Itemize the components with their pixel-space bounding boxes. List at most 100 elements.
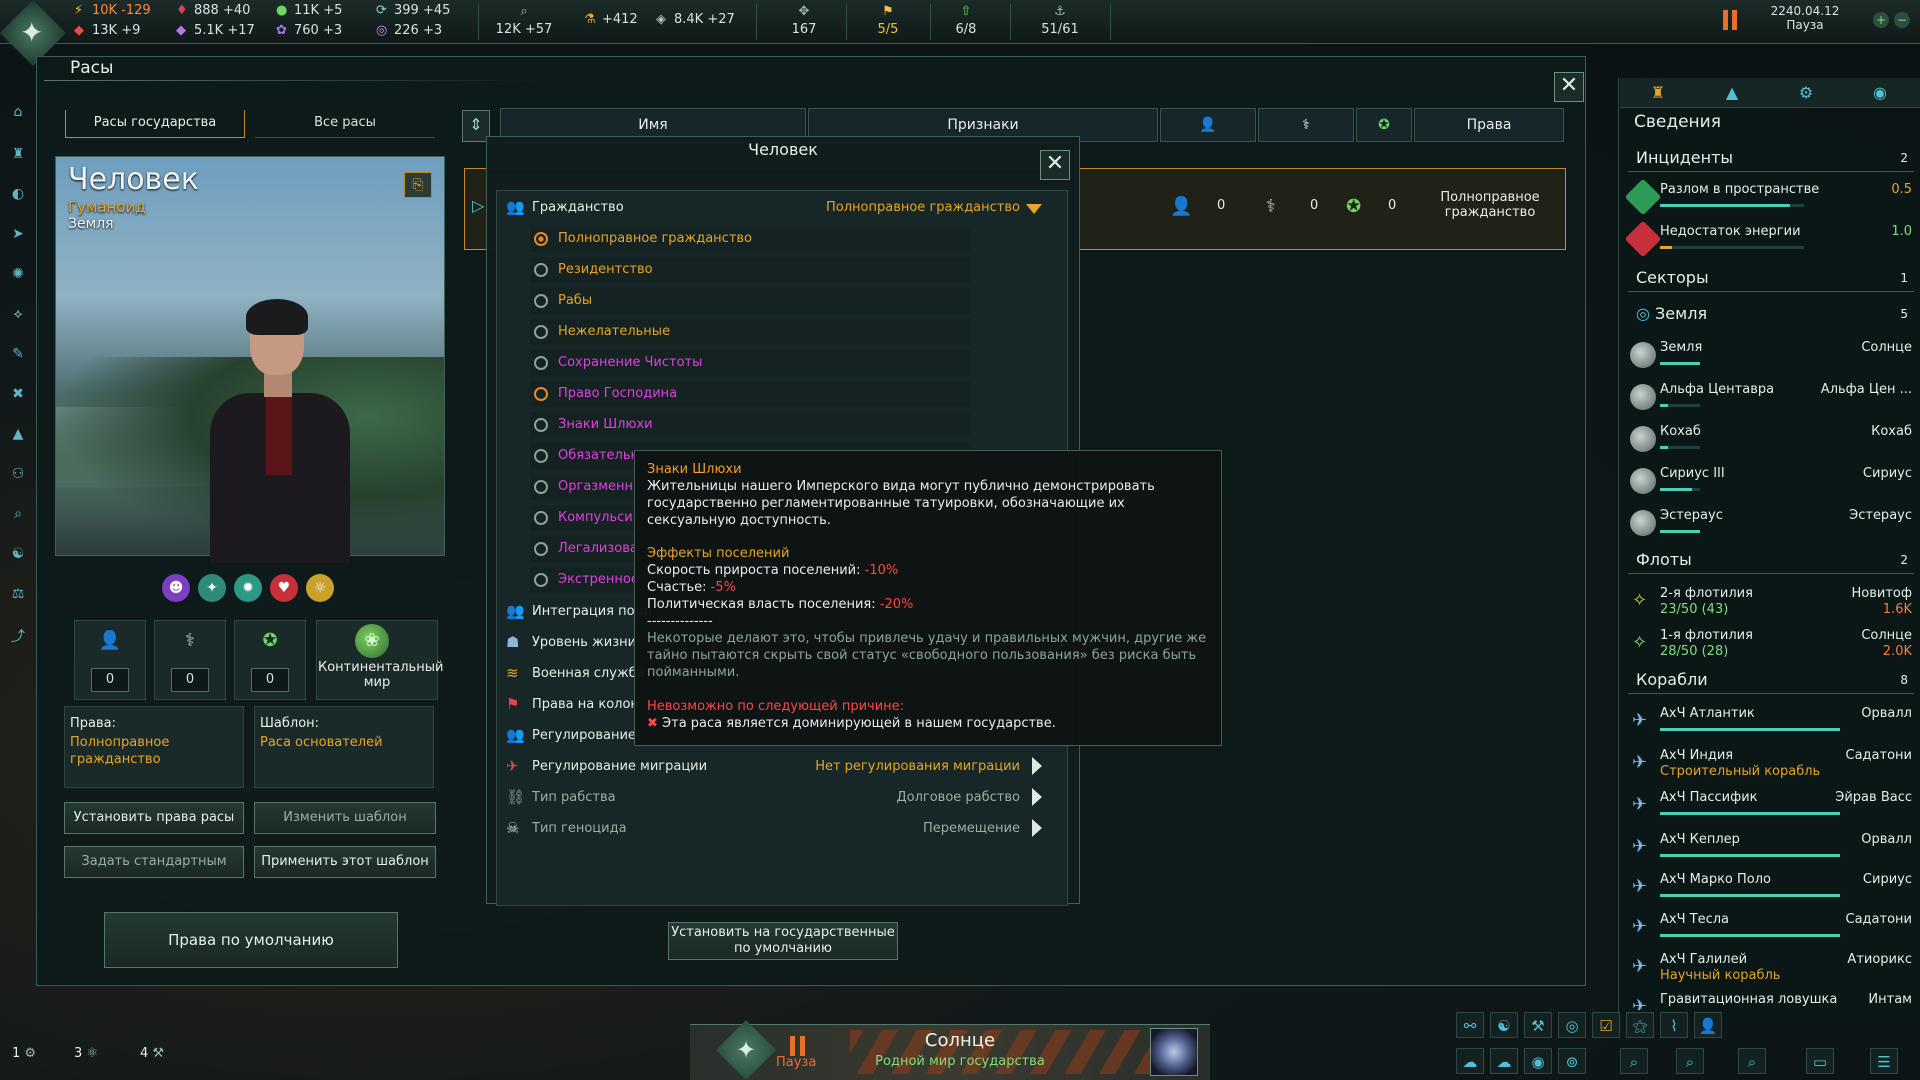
policies-icon[interactable]: ✎ (8, 346, 28, 366)
option-full-citizenship[interactable]: Полноправное гражданство (530, 226, 970, 252)
policy-purge-type[interactable]: ☠ Тип геноцида Перемещение (500, 815, 1050, 843)
ship-item[interactable]: ✈ АхЧ Марко Поло Сириус (1628, 870, 1918, 910)
radio-button[interactable] (534, 294, 548, 308)
contacts-icon[interactable]: ⌂ (8, 104, 28, 124)
system-name[interactable]: Солнце (860, 1030, 1060, 1051)
expansion-icon[interactable]: ⤴ (8, 626, 28, 646)
energy-resource[interactable]: ⚡ 10K -129 (74, 3, 151, 18)
ship-item[interactable]: ✈ Гравитационная ловушка Интам (1628, 990, 1918, 1010)
dialog-close-button[interactable]: ✕ (1040, 150, 1070, 180)
alloys-resource[interactable]: ◆ 5.1K +17 (176, 23, 255, 38)
edicts-icon[interactable]: ☯ (8, 546, 28, 566)
radio-button[interactable] (534, 232, 548, 246)
research-boost[interactable]: ⚗ +412 (584, 12, 638, 27)
naval-capacity[interactable]: ⚓ 51/61 (1032, 4, 1088, 37)
target-icon[interactable]: ◎ (1558, 1012, 1586, 1038)
food-resource[interactable]: ● 11K +5 (276, 3, 342, 18)
trait-icon[interactable]: ♥ (270, 574, 298, 602)
menu-icon[interactable]: ☰ (1870, 1048, 1898, 1074)
tab-settings-icon[interactable]: ⚙ (1788, 80, 1824, 106)
trade-map-icon[interactable]: ⚒ (1524, 1012, 1552, 1038)
radio-button[interactable] (534, 511, 548, 525)
sectors-header[interactable]: Секторы 1 (1628, 266, 1914, 292)
eye-icon[interactable]: ◉ (1524, 1048, 1552, 1074)
fleet-item[interactable]: ✧ 2-я флотилия 23/50 (43) Новитоф 1.6K (1628, 584, 1918, 624)
option-master-right[interactable]: Право Господина (530, 381, 970, 407)
trait-icon[interactable]: ☻ (162, 574, 190, 602)
change-template-button[interactable]: Изменить шаблон (254, 802, 436, 834)
rare-resource[interactable]: ◎ 226 +3 (376, 23, 442, 38)
incident-item[interactable]: Разлом в пространстве 0.5 (1624, 178, 1918, 220)
situation-icon[interactable]: ✖ (8, 386, 28, 406)
option-marks[interactable]: Знаки Шлюхи (530, 412, 970, 438)
market-icon[interactable]: ⚖ (8, 586, 28, 606)
pause-button[interactable] (1722, 10, 1740, 30)
checklist-icon[interactable]: ☑ (1592, 1012, 1620, 1038)
trait-icon[interactable]: ✦ (198, 574, 226, 602)
column-planets-header[interactable]: ✪ (1356, 108, 1412, 142)
signal-icon[interactable]: ⌇ (1660, 1012, 1688, 1038)
ship-item[interactable]: ✈ АхЧ Кеплер Орвалл (1628, 830, 1918, 870)
ship-item[interactable]: ✈ АхЧ Галилей Научный корабль Атиорикс (1628, 950, 1918, 990)
speed-down-icon[interactable]: − (1894, 12, 1910, 28)
chevron-right-icon[interactable] (1032, 757, 1042, 775)
tab-empire-species[interactable]: Расы государства (65, 110, 245, 138)
government-icon[interactable]: ♜ (8, 146, 28, 166)
citizenship-row[interactable]: 👥 Гражданство Полноправное гражданство (500, 194, 1050, 222)
contacts-map-icon[interactable]: ☯ (1490, 1012, 1518, 1038)
close-window-button[interactable]: ✕ (1554, 72, 1584, 102)
planet-item[interactable]: Кохаб Кохаб (1628, 422, 1918, 462)
fleets-header[interactable]: Флоты 2 (1628, 548, 1914, 574)
pause-icon[interactable] (790, 1036, 808, 1056)
planet-item[interactable]: Эстерауc Эстерауc (1628, 506, 1918, 546)
radio-button[interactable] (534, 387, 548, 401)
option-slaves[interactable]: Рабы (530, 288, 970, 314)
chevron-right-icon[interactable] (1032, 819, 1042, 837)
trait-icon[interactable]: ✹ (234, 574, 262, 602)
unity-resource[interactable]: ⟳ 399 +45 (376, 3, 450, 18)
tab-government-icon[interactable]: ♜ (1640, 80, 1676, 106)
radio-button[interactable] (534, 573, 548, 587)
radio-button[interactable] (534, 356, 548, 370)
person-icon[interactable]: 👤 (1694, 1012, 1722, 1038)
factions-icon[interactable]: ⚇ (8, 466, 28, 486)
weather-icon[interactable]: ☁ (1456, 1048, 1484, 1074)
option-purity[interactable]: Сохранение Чистоты (530, 350, 970, 376)
envoys-count[interactable]: ⇧ 6/8 (938, 4, 994, 37)
row-expand-icon[interactable]: ▷ (472, 196, 484, 215)
fleet-item[interactable]: ✧ 1-я флотилия 28/50 (28) Солнце 2.0K (1628, 626, 1918, 666)
ship-item[interactable]: ✈ АхЧ Пассифик Эйрав Васс (1628, 788, 1918, 828)
planets-icon[interactable]: ◐ (8, 186, 28, 206)
hyperlane-icon[interactable]: ⚝ (1626, 1012, 1654, 1038)
policy-slavery-type[interactable]: ⛓ Тип рабства Долговое рабство (500, 784, 1050, 812)
ships-icon[interactable]: ▲ (8, 426, 28, 446)
galaxy-map-button[interactable] (1150, 1028, 1198, 1076)
ships-header[interactable]: Корабли 8 (1628, 668, 1914, 694)
minerals-resource[interactable]: ◆ 13K +9 (74, 23, 140, 38)
trait-icon[interactable]: ☼ (306, 574, 334, 602)
planet-item[interactable]: Земля Солнце (1628, 338, 1918, 378)
sector-header[interactable]: ◎ Земля 5 (1628, 302, 1914, 328)
ship-item[interactable]: ✈ АхЧ Тесла Садатони (1628, 910, 1918, 950)
radio-button[interactable] (534, 449, 548, 463)
radio-button[interactable] (534, 542, 548, 556)
zoom-out-icon[interactable]: ⌕ (1676, 1048, 1704, 1074)
column-pops-header[interactable]: 👤 (1160, 108, 1256, 142)
fleets-icon[interactable]: ➤ (8, 226, 28, 246)
tab-military-icon[interactable]: ▲ (1714, 80, 1750, 106)
ship-item[interactable]: ✈ АхЧ Индия Строительный корабль Садатони (1628, 746, 1918, 786)
planet-item[interactable]: Альфа Центавра Альфа Цен ... (1628, 380, 1918, 420)
option-undesirables[interactable]: Нежелательные (530, 319, 970, 345)
radio-button[interactable] (534, 263, 548, 277)
search-icon[interactable]: ⌕ (1738, 1048, 1766, 1074)
option-residence[interactable]: Резидентство (530, 257, 970, 283)
chat-icon[interactable]: ▭ (1806, 1048, 1834, 1074)
queue-item[interactable]: 4 ⚒ (140, 1046, 164, 1078)
chevron-right-icon[interactable] (1032, 788, 1042, 806)
queue-item[interactable]: 3 ⚛ (74, 1046, 98, 1078)
planet-filter-icon[interactable]: ⊚ (1558, 1048, 1586, 1074)
radio-button[interactable] (534, 325, 548, 339)
apply-template-button[interactable]: Применить этот шаблон (254, 846, 436, 878)
tab-all-species[interactable]: Все расы (255, 110, 435, 138)
set-default-button[interactable]: Задать стандартным (64, 846, 244, 878)
